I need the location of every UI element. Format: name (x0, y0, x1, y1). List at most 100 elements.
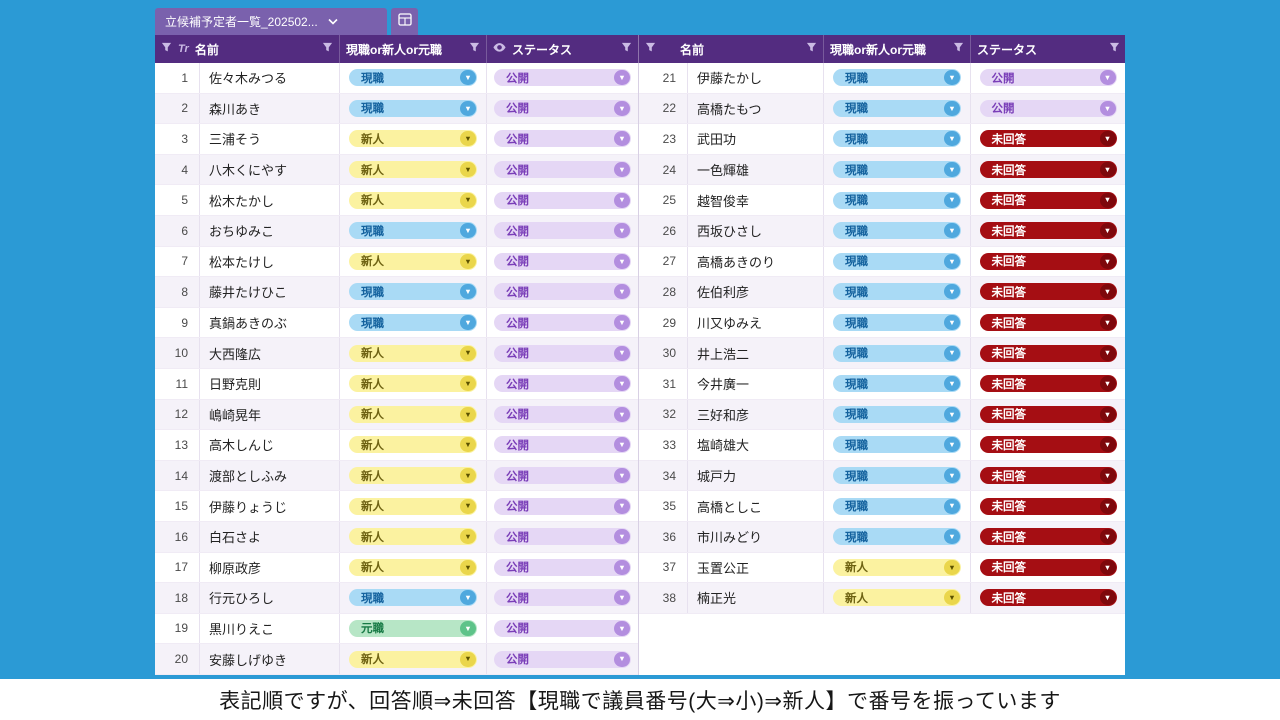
role-select[interactable]: 現職▼ (349, 314, 477, 331)
status-select[interactable]: 公開▼ (494, 559, 631, 576)
candidate-name-cell[interactable]: 川又ゆみえ (688, 308, 824, 338)
status-select[interactable]: 公開▼ (980, 69, 1117, 86)
chevron-down-icon[interactable]: ▼ (1100, 346, 1116, 361)
chevron-down-icon[interactable]: ▼ (614, 315, 630, 330)
role-select[interactable]: 現職▼ (833, 222, 961, 239)
candidate-name-cell[interactable]: 越智俊幸 (688, 185, 824, 215)
role-select[interactable]: 現職▼ (833, 406, 961, 423)
status-select[interactable]: 公開▼ (494, 528, 631, 545)
status-select[interactable]: 公開▼ (494, 589, 631, 606)
status-select[interactable]: 公開▼ (494, 345, 631, 362)
candidate-name-cell[interactable]: 城戸力 (688, 461, 824, 491)
role-select[interactable]: 現職▼ (349, 100, 477, 117)
role-select[interactable]: 現職▼ (349, 589, 477, 606)
role-select[interactable]: 新人▼ (349, 253, 477, 270)
candidate-name-cell[interactable]: 藤井たけひこ (200, 277, 340, 307)
status-select[interactable]: 未回答▼ (980, 498, 1117, 515)
chevron-down-icon[interactable]: ▼ (614, 101, 630, 116)
role-select[interactable]: 現職▼ (833, 192, 961, 209)
status-select[interactable]: 公開▼ (494, 620, 631, 637)
candidate-name-cell[interactable]: 楠正光 (688, 583, 824, 613)
status-select[interactable]: 公開▼ (494, 130, 631, 147)
chevron-down-icon[interactable]: ▼ (460, 437, 476, 452)
chevron-down-icon[interactable]: ▼ (460, 407, 476, 422)
chevron-down-icon[interactable]: ▼ (460, 621, 476, 636)
status-select[interactable]: 公開▼ (494, 161, 631, 178)
role-select[interactable]: 新人▼ (349, 345, 477, 362)
filter-icon[interactable] (621, 40, 632, 58)
chevron-down-icon[interactable]: ▼ (460, 499, 476, 514)
chevron-down-icon[interactable]: ▼ (460, 254, 476, 269)
filter-icon[interactable] (469, 40, 480, 58)
chevron-down-icon[interactable]: ▼ (614, 468, 630, 483)
chevron-down-icon[interactable]: ▼ (460, 652, 476, 667)
status-select[interactable]: 未回答▼ (980, 253, 1117, 270)
status-select[interactable]: 公開▼ (494, 222, 631, 239)
chevron-down-icon[interactable]: ▼ (1100, 560, 1116, 575)
role-select[interactable]: 新人▼ (349, 161, 477, 178)
role-select[interactable]: 現職▼ (349, 222, 477, 239)
status-select[interactable]: 未回答▼ (980, 436, 1117, 453)
candidate-name-cell[interactable]: 伊藤たかし (688, 63, 824, 93)
role-select[interactable]: 新人▼ (349, 528, 477, 545)
chevron-down-icon[interactable]: ▼ (460, 315, 476, 330)
chevron-down-icon[interactable]: ▼ (614, 437, 630, 452)
chevron-down-icon[interactable]: ▼ (1100, 499, 1116, 514)
sheet-tab[interactable]: 立候補予定者一覧_202502... (155, 8, 387, 35)
status-select[interactable]: 公開▼ (494, 192, 631, 209)
chevron-down-icon[interactable]: ▼ (1100, 131, 1116, 146)
status-select[interactable]: 公開▼ (494, 498, 631, 515)
filter-icon[interactable] (161, 40, 172, 58)
status-select[interactable]: 公開▼ (494, 651, 631, 668)
chevron-down-icon[interactable]: ▼ (1100, 223, 1116, 238)
candidate-name-cell[interactable]: 塩崎雄大 (688, 430, 824, 460)
candidate-name-cell[interactable] (688, 614, 824, 645)
chevron-down-icon[interactable]: ▼ (944, 131, 960, 146)
status-select[interactable]: 未回答▼ (980, 314, 1117, 331)
chevron-down-icon[interactable]: ▼ (1100, 468, 1116, 483)
status-select[interactable]: 公開▼ (494, 100, 631, 117)
status-select[interactable]: 未回答▼ (980, 222, 1117, 239)
candidate-name-cell[interactable]: 佐伯利彦 (688, 277, 824, 307)
chevron-down-icon[interactable]: ▼ (614, 621, 630, 636)
role-select[interactable]: 元職▼ (349, 620, 477, 637)
sheet-grid-button[interactable] (391, 8, 418, 35)
chevron-down-icon[interactable]: ▼ (460, 284, 476, 299)
role-select[interactable]: 現職▼ (833, 345, 961, 362)
candidate-name-cell[interactable]: 森川あき (200, 94, 340, 124)
candidate-name-cell[interactable] (688, 644, 824, 675)
chevron-down-icon[interactable]: ▼ (614, 223, 630, 238)
role-select[interactable]: 現職▼ (833, 314, 961, 331)
role-select[interactable]: 現職▼ (349, 283, 477, 300)
role-select[interactable]: 新人▼ (349, 651, 477, 668)
chevron-down-icon[interactable]: ▼ (460, 223, 476, 238)
chevron-down-icon[interactable]: ▼ (614, 560, 630, 575)
role-select[interactable]: 現職▼ (833, 69, 961, 86)
chevron-down-icon[interactable]: ▼ (944, 499, 960, 514)
chevron-down-icon[interactable]: ▼ (944, 590, 960, 605)
chevron-down-icon[interactable]: ▼ (614, 162, 630, 177)
status-select[interactable]: 公開▼ (494, 406, 631, 423)
status-select[interactable]: 公開▼ (494, 314, 631, 331)
candidate-name-cell[interactable]: 白石さよ (200, 522, 340, 552)
candidate-name-cell[interactable]: 武田功 (688, 124, 824, 154)
status-select[interactable]: 公開▼ (494, 375, 631, 392)
chevron-down-icon[interactable] (328, 18, 338, 25)
candidate-name-cell[interactable]: 三好和彦 (688, 400, 824, 430)
chevron-down-icon[interactable]: ▼ (944, 315, 960, 330)
role-select[interactable]: 新人▼ (833, 589, 961, 606)
candidate-name-cell[interactable]: 高橋たもつ (688, 94, 824, 124)
chevron-down-icon[interactable]: ▼ (1100, 407, 1116, 422)
chevron-down-icon[interactable]: ▼ (460, 193, 476, 208)
candidate-name-cell[interactable]: 行元ひろし (200, 583, 340, 613)
candidate-name-cell[interactable]: おちゆみこ (200, 216, 340, 246)
chevron-down-icon[interactable]: ▼ (944, 162, 960, 177)
status-select[interactable]: 未回答▼ (980, 192, 1117, 209)
candidate-name-cell[interactable]: 安藤しげゆき (200, 644, 340, 674)
filter-icon[interactable] (322, 40, 333, 58)
chevron-down-icon[interactable]: ▼ (460, 468, 476, 483)
status-select[interactable]: 未回答▼ (980, 528, 1117, 545)
chevron-down-icon[interactable]: ▼ (614, 499, 630, 514)
candidate-name-cell[interactable]: 佐々木みつる (200, 63, 340, 93)
role-select[interactable]: 現職▼ (833, 130, 961, 147)
